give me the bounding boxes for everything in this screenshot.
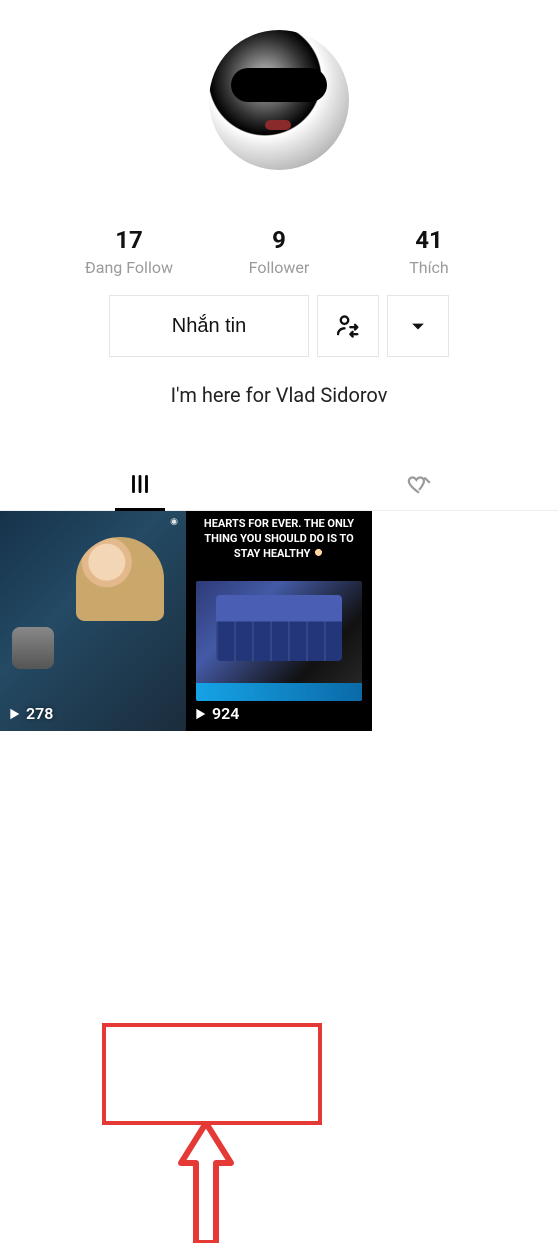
- more-actions-button[interactable]: [387, 295, 449, 357]
- actions-row: Nhắn tin: [109, 295, 449, 357]
- view-count: 278: [6, 704, 53, 723]
- stats-row: 17 Đang Follow 9 Follower 41 Thích: [0, 226, 558, 277]
- annotation-arrow-icon: [176, 1123, 236, 1243]
- heart-off-icon: [406, 471, 432, 497]
- followers-label: Follower: [204, 258, 354, 277]
- tab-feed[interactable]: [0, 457, 279, 510]
- video-caption: HEARTS FOR EVER. THE ONLY THING YOU SHOU…: [186, 517, 372, 562]
- stat-followers[interactable]: 9 Follower: [204, 226, 354, 277]
- annotation-rect: [102, 1023, 322, 1125]
- follow-back-button[interactable]: [317, 295, 379, 357]
- video-thumb[interactable]: ◉ 278: [0, 511, 186, 731]
- video-grid: ◉ 278 HEARTS FOR EVER. THE ONLY THING YO…: [0, 511, 558, 731]
- tabs: [0, 457, 558, 511]
- views-value: 278: [26, 704, 53, 723]
- bio: I'm here for Vlad Sidorov: [171, 383, 388, 407]
- likes-label: Thích: [354, 258, 504, 277]
- play-icon: [6, 706, 22, 722]
- tab-liked[interactable]: [279, 457, 558, 510]
- likes-count: 41: [354, 226, 504, 254]
- watermark-icon: ◉: [170, 517, 178, 527]
- play-icon: [192, 706, 208, 722]
- follow-back-icon: [334, 312, 362, 340]
- video-thumb[interactable]: HEARTS FOR EVER. THE ONLY THING YOU SHOU…: [186, 511, 372, 731]
- followers-count: 9: [204, 226, 354, 254]
- view-count: 924: [192, 704, 239, 723]
- following-count: 17: [54, 226, 204, 254]
- chevron-down-icon: [404, 312, 432, 340]
- pray-icon: [313, 548, 324, 559]
- message-button[interactable]: Nhắn tin: [109, 295, 309, 357]
- stat-following[interactable]: 17 Đang Follow: [54, 226, 204, 277]
- following-label: Đang Follow: [54, 258, 204, 277]
- avatar[interactable]: [209, 30, 349, 170]
- feed-icon: [127, 471, 153, 497]
- views-value: 924: [212, 704, 239, 723]
- stat-likes[interactable]: 41 Thích: [354, 226, 504, 277]
